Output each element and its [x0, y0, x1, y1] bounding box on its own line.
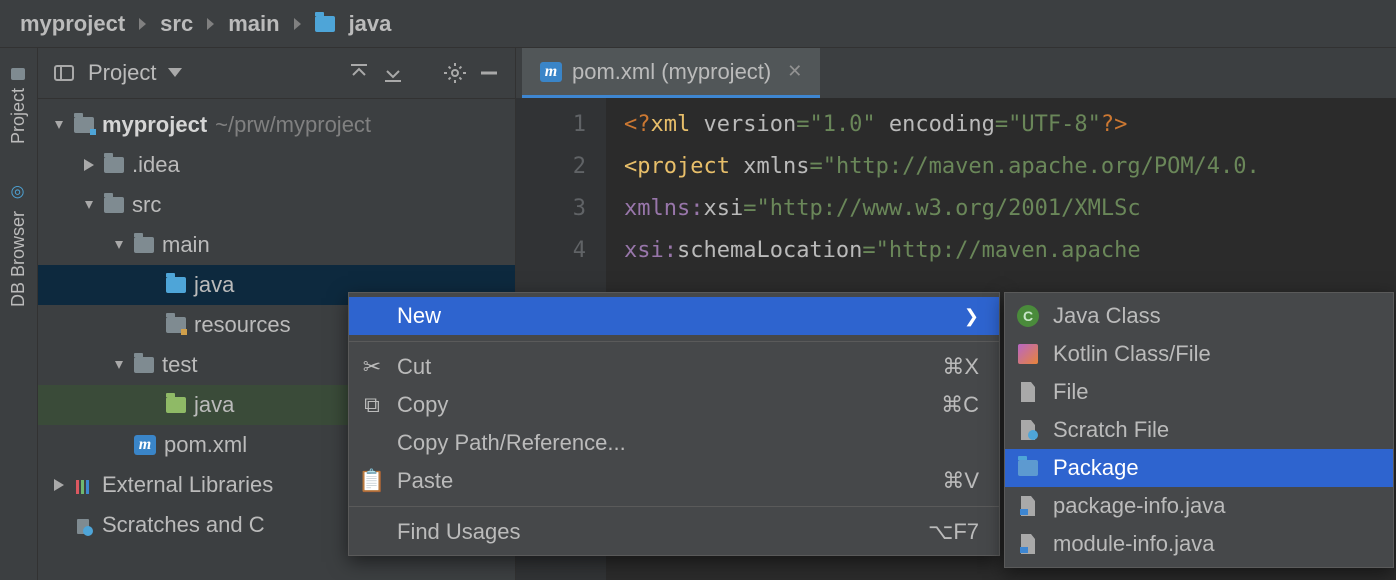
context-submenu-new: C Java Class Kotlin Class/File File Scra… [1004, 292, 1394, 568]
menu-find-usages[interactable]: Find Usages ⌥F7 [349, 513, 999, 551]
breadcrumb-src[interactable]: src [160, 11, 193, 37]
submenu-java-class[interactable]: C Java Class [1005, 297, 1393, 335]
test-folder-icon [166, 397, 186, 413]
library-icon [74, 476, 94, 494]
tree-label: resources [194, 312, 291, 338]
collapse-all-icon[interactable] [381, 61, 405, 85]
chevron-right-icon [139, 18, 146, 30]
java-file-icon [1017, 496, 1039, 516]
editor-tabbar: m pom.xml (myproject) ✕ [516, 48, 1396, 98]
tree-label: test [162, 352, 197, 378]
close-icon[interactable]: ✕ [787, 61, 802, 82]
maven-icon: m [134, 435, 156, 455]
hide-icon[interactable] [477, 61, 501, 85]
cut-icon: ✂ [361, 354, 383, 380]
tree-label: External Libraries [102, 472, 273, 498]
line-number: 1 [516, 104, 586, 146]
chevron-right-icon [207, 18, 214, 30]
tree-src[interactable]: src [38, 185, 515, 225]
left-tool-strip: Project DB Browser ◎ [0, 48, 38, 580]
breadcrumb-main[interactable]: main [228, 11, 279, 37]
line-number: 4 [516, 230, 586, 272]
menu-cut[interactable]: ✂ Cut ⌘X [349, 348, 999, 386]
breadcrumb-root[interactable]: myproject [20, 11, 125, 37]
chevron-right-icon: ❯ [964, 306, 979, 327]
resources-folder-icon [166, 317, 186, 333]
java-file-icon [1017, 534, 1039, 554]
paste-icon: 📋 [361, 468, 383, 494]
project-view-icon [52, 61, 76, 85]
tree-label: main [162, 232, 210, 258]
tree-main[interactable]: main [38, 225, 515, 265]
folder-icon [134, 237, 154, 253]
maven-icon: m [540, 62, 562, 82]
file-icon [1017, 382, 1039, 402]
project-panel-header: Project [38, 48, 515, 99]
menu-separator [349, 506, 999, 507]
copy-icon: ⧉ [361, 392, 383, 418]
breadcrumb-java[interactable]: java [349, 11, 392, 37]
scratch-file-icon [1017, 420, 1039, 440]
context-menu: New ❯ ✂ Cut ⌘X ⧉ Copy ⌘C Copy Path/Refer… [348, 292, 1000, 556]
tree-label: java [194, 392, 234, 418]
shortcut: ⌘X [902, 354, 979, 380]
menu-copy-path[interactable]: Copy Path/Reference... [349, 424, 999, 462]
folder-icon [315, 16, 335, 32]
gear-icon[interactable] [443, 61, 467, 85]
submenu-scratch-file[interactable]: Scratch File [1005, 411, 1393, 449]
submenu-package-info[interactable]: package-info.java [1005, 487, 1393, 525]
tree-idea[interactable]: .idea [38, 145, 515, 185]
tool-window-db-browser[interactable]: DB Browser ◎ [8, 184, 29, 307]
project-icon [12, 68, 26, 80]
folder-icon [134, 357, 154, 373]
menu-copy[interactable]: ⧉ Copy ⌘C [349, 386, 999, 424]
tree-label: .idea [132, 152, 180, 178]
chevron-right-icon [294, 18, 301, 30]
package-icon [1018, 460, 1038, 476]
folder-icon [104, 157, 124, 173]
dropdown-icon[interactable] [168, 68, 182, 78]
tree-label: java [194, 272, 234, 298]
tab-label: pom.xml (myproject) [572, 59, 771, 85]
shortcut: ⌘V [902, 468, 979, 494]
submenu-file[interactable]: File [1005, 373, 1393, 411]
line-number: 2 [516, 146, 586, 188]
project-panel-title[interactable]: Project [88, 60, 156, 86]
tree-label: src [132, 192, 161, 218]
submenu-package[interactable]: Package [1005, 449, 1393, 487]
tree-label: Scratches and C [102, 512, 265, 538]
expand-all-icon[interactable] [347, 61, 371, 85]
submenu-kotlin[interactable]: Kotlin Class/File [1005, 335, 1393, 373]
java-class-icon: C [1017, 305, 1039, 327]
editor-tab-pom[interactable]: m pom.xml (myproject) ✕ [522, 48, 820, 98]
menu-paste[interactable]: 📋 Paste ⌘V [349, 462, 999, 500]
menu-separator [349, 341, 999, 342]
breadcrumb: myproject src main java [0, 0, 1396, 48]
folder-icon [74, 117, 94, 133]
scratches-icon [74, 516, 94, 534]
tree-root[interactable]: myproject ~/prw/myproject [38, 105, 515, 145]
submenu-module-info[interactable]: module-info.java [1005, 525, 1393, 563]
folder-icon [104, 197, 124, 213]
menu-new[interactable]: New ❯ [349, 297, 999, 335]
tree-root-path: ~/prw/myproject [215, 112, 371, 138]
line-number: 3 [516, 188, 586, 230]
shortcut: ⌘C [901, 392, 979, 418]
tool-window-project[interactable]: Project [8, 68, 29, 144]
source-folder-icon [166, 277, 186, 293]
tree-root-name: myproject [102, 112, 207, 138]
tree-label: pom.xml [164, 432, 247, 458]
kotlin-icon [1018, 344, 1038, 364]
shortcut: ⌥F7 [888, 519, 979, 545]
